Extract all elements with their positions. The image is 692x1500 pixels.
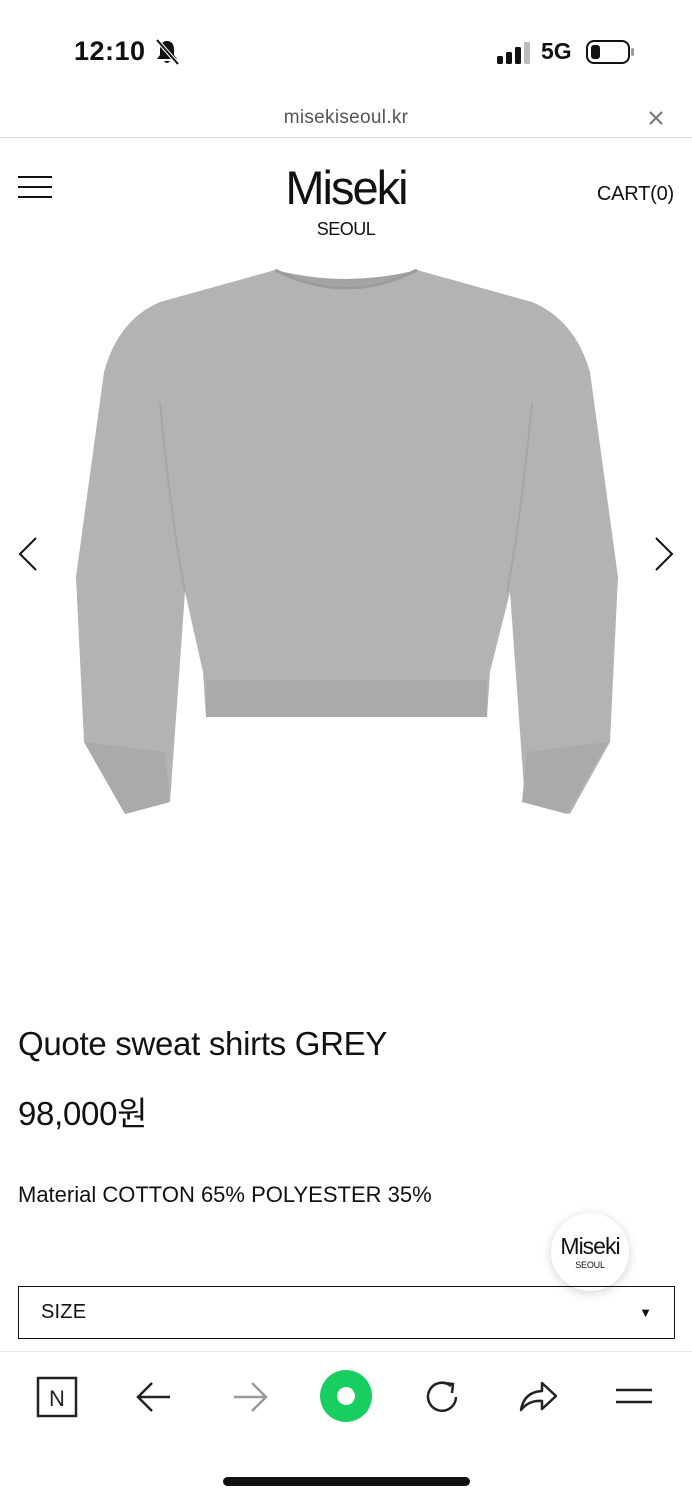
dropdown-caret-icon: ▼	[639, 1305, 652, 1320]
product-price: 98,000원	[18, 1095, 148, 1132]
logo-sub-text: SEOUL	[316, 219, 376, 239]
home-indicator	[223, 1477, 470, 1486]
chevron-right-icon[interactable]	[648, 534, 678, 574]
status-bar: 12:10 5G	[0, 0, 692, 100]
badge-sub-text: SEOUL	[575, 1260, 605, 1270]
logo-main-text: Miseki	[285, 161, 408, 214]
close-icon[interactable]	[644, 106, 668, 130]
green-circle-home-icon[interactable]	[318, 1368, 374, 1424]
forward-arrow-icon[interactable]	[228, 1374, 272, 1420]
size-select-label: SIZE	[41, 1301, 87, 1323]
battery-low-icon	[586, 40, 634, 64]
site-logo[interactable]: Miseki SEOUL	[246, 160, 446, 240]
bell-slash-icon	[155, 38, 180, 66]
browser-toolbar: N	[0, 1351, 692, 1451]
grey-sweatshirt-back-image	[76, 268, 618, 814]
url-bar[interactable]: misekiseoul.kr	[0, 100, 692, 138]
chevron-left-icon[interactable]	[14, 534, 44, 574]
badge-main-text: Miseki	[560, 1233, 620, 1259]
refresh-icon[interactable]	[420, 1374, 464, 1420]
cellular-signal-icon	[497, 42, 530, 64]
product-image[interactable]	[70, 262, 622, 822]
product-material: Material COTTON 65% POLYESTER 35%	[18, 1182, 432, 1207]
share-icon[interactable]	[516, 1374, 560, 1420]
floating-logo-button[interactable]: Miseki SEOUL	[551, 1213, 629, 1291]
size-select[interactable]: SIZE ▼	[18, 1286, 675, 1339]
cart-link[interactable]: CART(0)	[597, 183, 674, 206]
url-text[interactable]: misekiseoul.kr	[0, 107, 692, 129]
network-type: 5G	[541, 38, 572, 64]
status-time: 12:10	[74, 36, 146, 66]
naver-n-icon[interactable]: N	[35, 1374, 79, 1420]
back-arrow-icon[interactable]	[132, 1374, 176, 1420]
menu-icon[interactable]	[612, 1374, 656, 1420]
naver-n-letter: N	[49, 1386, 65, 1411]
hamburger-menu-icon[interactable]	[18, 174, 52, 200]
product-name: Quote sweat shirts GREY	[18, 1025, 388, 1062]
